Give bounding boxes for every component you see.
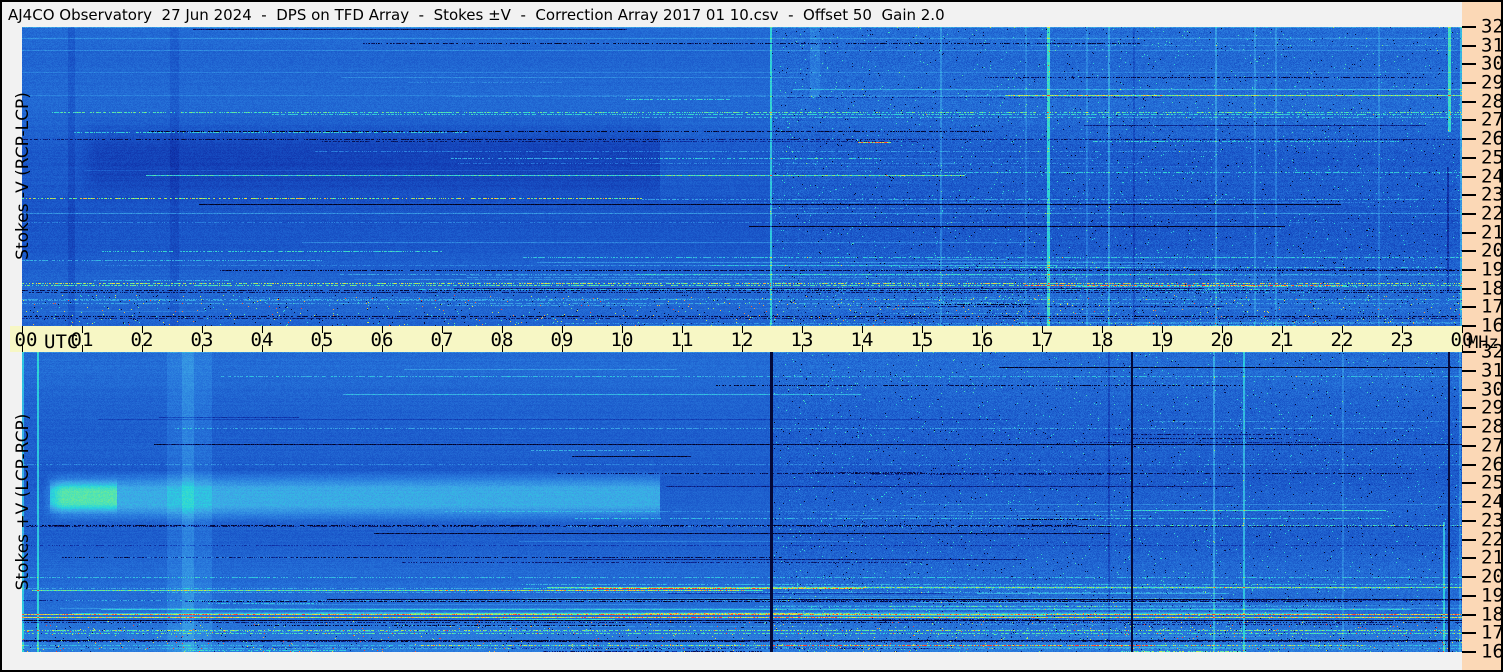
freq-tick — [1462, 194, 1476, 196]
freq-tick — [1462, 82, 1476, 84]
freq-tick — [1462, 351, 1476, 353]
freq-tick — [1462, 250, 1476, 252]
spectrogram-bottom-canvas — [22, 352, 1462, 652]
hour-label: 15 — [910, 329, 934, 351]
freq-tick — [1462, 501, 1476, 503]
freq-tick — [1462, 26, 1476, 28]
freq-tick — [1462, 306, 1476, 308]
freq-tick — [1462, 614, 1476, 616]
freq-tick — [1462, 101, 1476, 103]
freq-tick — [1462, 269, 1476, 271]
freq-tick — [1462, 138, 1476, 140]
hour-label: 06 — [370, 329, 394, 351]
hour-label: 08 — [490, 329, 514, 351]
dps-display: AJ4CO Observatory 27 Jun 2024 - DPS on T… — [0, 0, 1503, 672]
hour-label: 10 — [610, 329, 634, 351]
freq-tick — [1462, 426, 1476, 428]
freq-tick — [1462, 370, 1476, 372]
freq-label: 16 — [1481, 640, 1503, 663]
freq-tick — [1462, 445, 1476, 447]
hour-label: 19 — [1150, 329, 1174, 351]
freq-tick — [1462, 520, 1476, 522]
hour-label: 14 — [850, 329, 874, 351]
freq-tick — [1462, 407, 1476, 409]
freq-tick — [1462, 557, 1476, 559]
hour-label: 23 — [1390, 329, 1414, 351]
freq-tick — [1462, 213, 1476, 215]
hour-label: 17 — [1030, 329, 1054, 351]
freq-tick — [1462, 119, 1476, 121]
hour-label: 20 — [1210, 329, 1234, 351]
hour-label: 00 — [14, 329, 38, 351]
hour-label: 09 — [550, 329, 574, 351]
hour-label: 02 — [130, 329, 154, 351]
freq-tick — [1462, 482, 1476, 484]
hour-label: 00 — [1450, 329, 1474, 351]
freq-tick — [1462, 595, 1476, 597]
spectrogram-top-canvas — [22, 27, 1462, 326]
freq-tick — [1462, 176, 1476, 178]
hour-label: 04 — [250, 329, 274, 351]
hour-label: 21 — [1270, 329, 1294, 351]
hour-label: 22 — [1330, 329, 1354, 351]
hour-label: 11 — [670, 329, 694, 351]
freq-tick — [1462, 651, 1476, 653]
freq-tick — [1462, 539, 1476, 541]
freq-tick — [1462, 576, 1476, 578]
freq-tick — [1462, 288, 1476, 290]
hour-label: 03 — [190, 329, 214, 351]
hour-label: 16 — [970, 329, 994, 351]
freq-tick — [1462, 45, 1476, 47]
hour-label: 13 — [790, 329, 814, 351]
freq-tick — [1462, 464, 1476, 466]
freq-tick — [1462, 63, 1476, 65]
page-title: AJ4CO Observatory 27 Jun 2024 - DPS on T… — [8, 6, 945, 24]
freq-tick — [1462, 325, 1476, 327]
hour-label: 01 — [70, 329, 94, 351]
freq-tick — [1462, 632, 1476, 634]
hour-label: 07 — [430, 329, 454, 351]
display-background: AJ4CO Observatory 27 Jun 2024 - DPS on T… — [2, 2, 1503, 670]
freq-label: 16 — [1481, 314, 1503, 337]
hour-label: 05 — [310, 329, 334, 351]
hour-label: 12 — [730, 329, 754, 351]
freq-tick — [1462, 232, 1476, 234]
freq-tick — [1462, 389, 1476, 391]
freq-tick — [1462, 157, 1476, 159]
hour-label: 18 — [1090, 329, 1114, 351]
